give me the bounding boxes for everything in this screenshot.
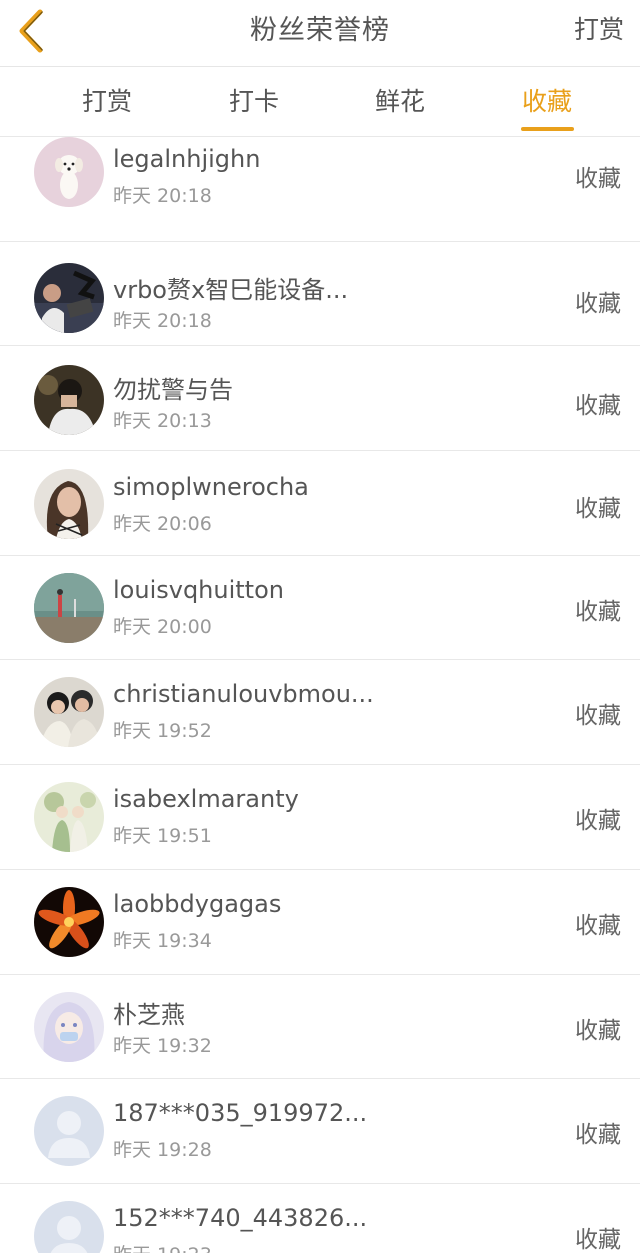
favorite-label: 收藏: [575, 598, 621, 625]
user-name: louisvqhuitton: [113, 575, 284, 604]
list-item[interactable]: 勿扰警与告 昨天 20:13 收藏: [0, 346, 640, 452]
user-name: isabexlmaranty: [113, 785, 299, 814]
user-name: 朴芝燕: [113, 1000, 185, 1029]
user-name: 187***035_919972...: [113, 1099, 368, 1128]
tab-checkin[interactable]: 打卡: [199, 67, 309, 137]
page-title: 粉丝荣誉榜: [250, 15, 390, 46]
couple-avatar: [34, 677, 104, 748]
favorite-label: 收藏: [575, 1017, 621, 1044]
list-item[interactable]: vrbo赘x智巳能设备... 昨天 20:18 收藏: [0, 242, 640, 347]
list-item[interactable]: 朴芝燕 昨天 19:32 收藏: [0, 975, 640, 1080]
timestamp: 昨天 19:32: [113, 1034, 212, 1057]
person-phone-avatar: [34, 262, 104, 333]
user-name: 勿扰警与告: [113, 376, 233, 405]
woman-avatar: [34, 469, 104, 540]
list-item[interactable]: laobbdygagas 昨天 19:34 收藏: [0, 870, 640, 975]
fan-list: legalnhjighn 昨天 20:18 收藏 vrbo赘x智巳能设备... …: [0, 137, 640, 1253]
list-item[interactable]: 152***740_443826... 昨天 19:23 收藏: [0, 1184, 640, 1253]
user-name: christianulouvbmou...: [113, 680, 374, 709]
default-user-avatar: [34, 1200, 104, 1253]
list-item[interactable]: isabexlmaranty 昨天 19:51 收藏: [0, 765, 640, 870]
timestamp: 昨天 20:00: [113, 615, 212, 638]
favorite-label: 收藏: [575, 393, 621, 420]
timestamp: 昨天 20:18: [113, 309, 212, 332]
user-name: vrbo赘x智巳能设备...: [113, 275, 349, 304]
timestamp: 昨天 19:28: [113, 1139, 212, 1162]
list-item[interactable]: louisvqhuitton 昨天 20:00 收藏: [0, 556, 640, 661]
illustration-avatar: [34, 782, 104, 853]
user-name: legalnhjighn: [113, 145, 261, 173]
favorite-label: 收藏: [575, 496, 621, 523]
timestamp: 昨天 20:13: [113, 410, 212, 433]
list-item[interactable]: legalnhjighn 昨天 20:18 收藏: [0, 137, 640, 242]
timestamp: 昨天 19:51: [113, 825, 212, 848]
favorite-label: 收藏: [575, 703, 621, 730]
list-item[interactable]: simoplwnerocha 昨天 20:06 收藏: [0, 451, 640, 556]
timestamp: 昨天 20:18: [113, 185, 212, 207]
dog-avatar: [34, 137, 104, 207]
tab-reward[interactable]: 打赏: [52, 67, 162, 137]
favorite-label: 收藏: [575, 290, 621, 317]
landscape-avatar: [34, 572, 104, 643]
user-name: simoplwnerocha: [113, 473, 309, 502]
active-tab-indicator: [521, 127, 574, 131]
timestamp: 昨天 19:23: [113, 1240, 212, 1253]
default-user-avatar: [34, 1096, 104, 1167]
list-item[interactable]: christianulouvbmou... 昨天 19:52 收藏: [0, 660, 640, 766]
timestamp: 昨天 19:52: [113, 720, 212, 743]
user-name: 152***740_443826...: [113, 1203, 368, 1232]
timestamp: 昨天 19:34: [113, 929, 212, 952]
person-avatar: [34, 365, 104, 436]
list-item[interactable]: 187***035_919972... 昨天 19:28 收藏: [0, 1079, 640, 1184]
timestamp: 昨天 20:06: [113, 513, 212, 536]
flame-flower-avatar: [34, 886, 104, 957]
favorite-label: 收藏: [575, 1226, 621, 1253]
favorite-label: 收藏: [575, 166, 621, 192]
tab-flowers[interactable]: 鲜花: [345, 67, 455, 137]
favorite-label: 收藏: [575, 1122, 621, 1149]
user-name: laobbdygagas: [113, 889, 282, 918]
top-bar: 粉丝荣誉榜 打赏: [0, 0, 640, 67]
reward-button[interactable]: 打赏: [574, 0, 624, 64]
favorite-label: 收藏: [575, 912, 621, 939]
favorite-label: 收藏: [575, 808, 621, 835]
anime-girl-avatar: [34, 991, 104, 1062]
